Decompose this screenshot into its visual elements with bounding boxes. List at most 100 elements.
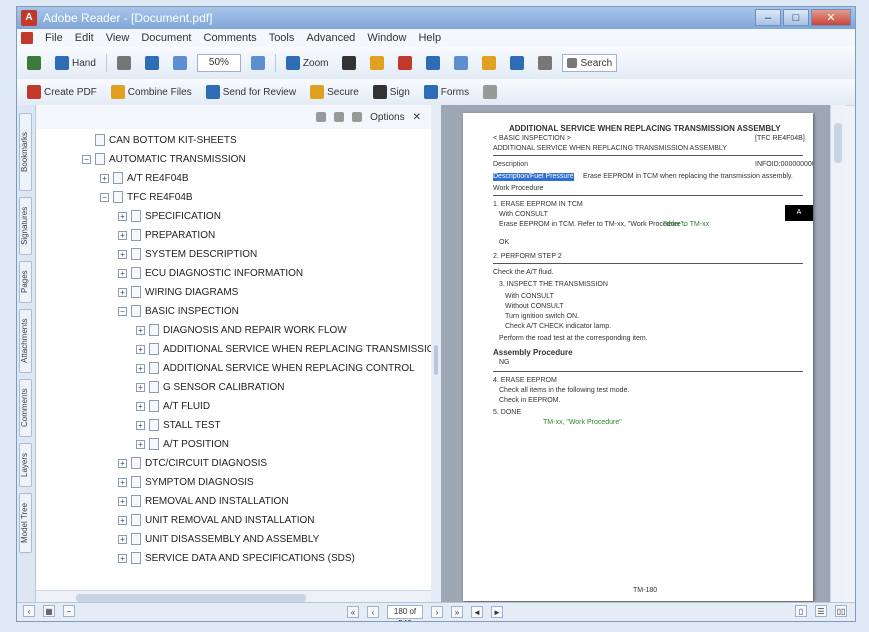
menu-advanced[interactable]: Advanced <box>306 32 355 44</box>
bookmark-item[interactable]: − TFC RE4F04B <box>100 188 193 206</box>
hand-tool-button[interactable]: Hand <box>51 54 100 72</box>
nav-back-icon[interactable]: ‹ <box>23 605 35 617</box>
bookmark-item[interactable]: + A/T FLUID <box>136 397 210 415</box>
expand-icon[interactable]: + <box>136 363 145 373</box>
close-panel-icon[interactable]: ✕ <box>413 112 421 123</box>
expand-icon[interactable]: + <box>136 420 145 430</box>
more-tools-button[interactable] <box>479 83 501 101</box>
new-bookmark-icon[interactable] <box>334 112 345 122</box>
expand-icon[interactable]: + <box>136 344 145 354</box>
bookmark-item[interactable]: + SPECIFICATION <box>118 207 221 225</box>
bookmark-item[interactable]: + STALL TEST <box>136 416 221 434</box>
bookmark-item[interactable]: + UNIT REMOVAL AND INSTALLATION <box>118 511 314 529</box>
splitter-grip[interactable] <box>434 345 438 375</box>
continuous-icon[interactable]: ☰ <box>815 605 827 617</box>
expand-icon[interactable]: + <box>118 553 127 563</box>
fit-page-button[interactable] <box>169 54 191 72</box>
highlight-button[interactable] <box>478 54 500 72</box>
expand-icon[interactable]: + <box>118 515 127 525</box>
menu-document[interactable]: Document <box>141 32 191 44</box>
send-for-review-button[interactable]: Send for Review <box>202 83 300 101</box>
bookmark-item[interactable]: + G SENSOR CALIBRATION <box>136 378 285 396</box>
menu-file[interactable]: File <box>45 32 63 44</box>
zoom-in-button[interactable]: Zoom <box>282 54 333 72</box>
open-button[interactable] <box>366 54 388 72</box>
expand-bookmark-icon[interactable] <box>352 112 363 122</box>
expand-icon[interactable]: + <box>136 439 145 449</box>
pencil-button[interactable] <box>506 54 528 72</box>
secure-button[interactable]: Secure <box>306 83 363 101</box>
bookmark-item[interactable]: + ADDITIONAL SERVICE WHEN REPLACING TRANS… <box>136 340 442 358</box>
create-pdf-button[interactable]: Create PDF <box>23 83 101 101</box>
vertical-scrollbar[interactable] <box>830 105 845 605</box>
expand-icon[interactable]: + <box>118 211 127 221</box>
forms-button[interactable]: Forms <box>420 83 473 101</box>
bookmark-item[interactable]: − AUTOMATIC TRANSMISSION <box>82 150 246 168</box>
zoom-tool-button[interactable] <box>141 54 163 72</box>
page-button[interactable] <box>450 54 472 72</box>
expand-icon[interactable]: + <box>118 477 127 487</box>
tab-layers[interactable]: Layers <box>19 443 32 487</box>
tab-pages[interactable]: Pages <box>19 261 32 303</box>
tab-model-tree[interactable]: Model Tree <box>19 493 32 553</box>
bookmark-item[interactable]: + UNIT DISASSEMBLY AND ASSEMBLY <box>118 530 319 548</box>
expand-icon[interactable]: + <box>118 458 127 468</box>
tab-attachments[interactable]: Attachments <box>19 309 32 373</box>
close-button[interactable]: ✕ <box>811 9 851 26</box>
tab-bookmarks[interactable]: Bookmarks <box>19 113 32 191</box>
scroll-thumb[interactable] <box>76 594 306 602</box>
tab-comments[interactable]: Comments <box>19 379 32 437</box>
back-icon[interactable]: ◄ <box>471 606 483 618</box>
collapse-icon[interactable]: − <box>100 192 109 202</box>
bookmark-item[interactable]: + A/T RE4F04B <box>100 169 189 187</box>
prev-page-icon[interactable]: ‹ <box>367 606 379 618</box>
menu-edit[interactable]: Edit <box>75 32 94 44</box>
maximize-button[interactable]: □ <box>783 9 809 26</box>
save-button[interactable] <box>23 54 45 72</box>
page-number-field[interactable]: 180 of 542 <box>387 605 423 621</box>
bookmark-item[interactable]: + SYSTEM DESCRIPTION <box>118 245 257 263</box>
zoom-out-icon[interactable]: − <box>63 605 75 617</box>
bookmark-item[interactable]: + REMOVAL AND INSTALLATION <box>118 492 289 510</box>
bookmark-item[interactable]: + DIAGNOSIS AND REPAIR WORK FLOW <box>136 321 347 339</box>
tab-signatures[interactable]: Signatures <box>19 197 32 255</box>
sign-button[interactable]: Sign <box>369 83 414 101</box>
expand-icon[interactable]: + <box>100 173 109 183</box>
bookmark-item[interactable]: + ECU DIAGNOSTIC INFORMATION <box>118 264 303 282</box>
lock-button[interactable] <box>534 54 556 72</box>
grid-icon[interactable]: ▦ <box>43 605 55 617</box>
print-button[interactable] <box>394 54 416 72</box>
zoom-level-field[interactable]: 50% <box>196 54 241 72</box>
last-page-icon[interactable]: » <box>451 606 463 618</box>
display-button[interactable] <box>338 54 360 72</box>
expand-icon[interactable]: + <box>136 401 145 411</box>
bookmark-item[interactable]: + SERVICE DATA AND SPECIFICATIONS (SDS) <box>118 549 355 567</box>
bookmark-item[interactable]: + WIRING DIAGRAMS <box>118 283 238 301</box>
bookmark-item[interactable]: − BASIC INSPECTION <box>118 302 239 320</box>
facing-icon[interactable]: ▯▯ <box>835 605 847 617</box>
bookmarks-options-button[interactable]: Options <box>370 112 404 123</box>
scroll-thumb[interactable] <box>834 123 842 163</box>
combine-files-button[interactable]: Combine Files <box>107 83 196 101</box>
next-page-icon[interactable]: › <box>431 606 443 618</box>
collapse-icon[interactable]: − <box>118 306 127 316</box>
bookmark-item[interactable]: + PREPARATION <box>118 226 215 244</box>
menu-window[interactable]: Window <box>367 32 406 44</box>
minimize-button[interactable]: – <box>755 9 781 26</box>
bookmark-item[interactable]: + SYMPTOM DIAGNOSIS <box>118 473 254 491</box>
bookmark-item[interactable]: + DTC/CIRCUIT DIAGNOSIS <box>118 454 267 472</box>
first-page-icon[interactable]: « <box>347 606 359 618</box>
rotate-button[interactable] <box>247 54 269 72</box>
menu-help[interactable]: Help <box>418 32 441 44</box>
expand-icon[interactable]: + <box>136 325 145 335</box>
panel-splitter[interactable] <box>431 105 441 605</box>
forward-icon[interactable]: ► <box>491 606 503 618</box>
bookmark-item[interactable]: + A/T POSITION <box>136 435 229 453</box>
menu-view[interactable]: View <box>106 32 130 44</box>
expand-icon[interactable]: + <box>118 249 127 259</box>
bookmark-item[interactable]: + ADDITIONAL SERVICE WHEN REPLACING CONTR… <box>136 359 415 377</box>
expand-icon[interactable]: + <box>118 287 127 297</box>
collapse-icon[interactable]: − <box>82 154 91 164</box>
select-tool-button[interactable] <box>113 54 135 72</box>
search-field[interactable]: Search <box>562 54 618 72</box>
